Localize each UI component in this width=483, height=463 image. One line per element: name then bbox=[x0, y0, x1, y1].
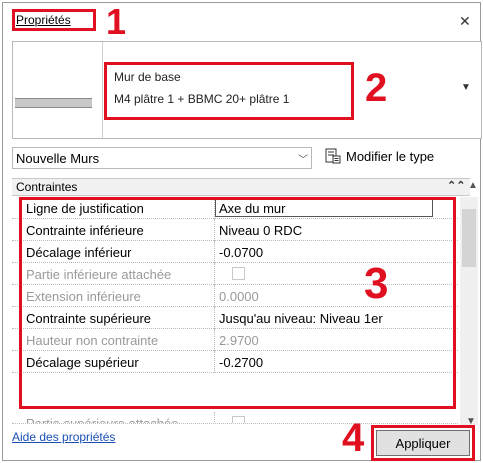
attached-bottom-checkbox[interactable] bbox=[232, 267, 245, 280]
property-value[interactable]: -0.0700 bbox=[219, 245, 263, 260]
property-label: Partie supérieure attachée bbox=[26, 416, 179, 424]
instance-filter-value: Nouvelle Murs bbox=[16, 151, 100, 166]
property-row[interactable]: Extension inférieure 0.0000 bbox=[12, 285, 458, 307]
column-divider bbox=[214, 412, 216, 423]
property-label: Ligne de justification bbox=[26, 201, 144, 216]
property-value[interactable]: Axe du mur bbox=[219, 201, 285, 216]
property-row[interactable]: Ligne de justification Axe du mur bbox=[12, 197, 458, 219]
property-row[interactable]: Hauteur non contrainte 2.9700 bbox=[12, 329, 458, 351]
thumbnail-divider bbox=[102, 42, 103, 138]
annotation-number-1: 1 bbox=[106, 1, 127, 42]
property-row[interactable]: Décalage inférieur -0.0700 bbox=[12, 241, 458, 263]
edit-type-button[interactable]: Modifier le type bbox=[325, 148, 434, 164]
property-value[interactable]: -0.2700 bbox=[219, 355, 263, 370]
type-dropdown-arrow-icon[interactable]: ▼ bbox=[461, 82, 471, 93]
column-divider bbox=[214, 285, 216, 307]
annotation-box-1 bbox=[12, 9, 96, 31]
apply-button[interactable]: Appliquer bbox=[376, 430, 470, 456]
annotation-number-2: 2 bbox=[365, 66, 388, 110]
column-divider bbox=[214, 329, 216, 351]
section-header-constraints[interactable] bbox=[12, 178, 470, 196]
section-title: Contraintes bbox=[16, 180, 78, 194]
close-icon[interactable]: ✕ bbox=[459, 14, 471, 28]
edit-type-icon bbox=[325, 148, 341, 164]
property-value[interactable]: 0.0000 bbox=[219, 289, 259, 304]
column-divider bbox=[214, 307, 216, 329]
property-row[interactable]: Partie inférieure attachée bbox=[12, 263, 458, 285]
scroll-up-icon[interactable]: ▲ bbox=[468, 180, 478, 191]
column-divider bbox=[214, 263, 216, 285]
type-name: M4 plâtre 1 + BBMC 20+ plâtre 1 bbox=[114, 92, 290, 106]
collapse-icon[interactable]: ⌃⌃ bbox=[447, 179, 465, 192]
property-value[interactable]: 2.9700 bbox=[219, 333, 259, 348]
wall-thumbnail bbox=[15, 98, 92, 108]
attached-top-checkbox[interactable] bbox=[232, 416, 245, 423]
property-row[interactable]: Décalage supérieur -0.2700 bbox=[12, 351, 458, 373]
type-family-name: Mur de base bbox=[114, 70, 181, 84]
chevron-down-icon[interactable]: ﹀ bbox=[298, 151, 308, 166]
column-divider bbox=[214, 219, 216, 241]
property-value[interactable]: Niveau 0 RDC bbox=[219, 223, 302, 238]
annotation-number-4: 4 bbox=[342, 416, 365, 460]
property-label: Décalage inférieur bbox=[26, 245, 132, 260]
scrollbar-thumb[interactable] bbox=[462, 209, 476, 267]
property-label: Décalage supérieur bbox=[26, 355, 139, 370]
property-label: Extension inférieure bbox=[26, 289, 141, 304]
property-value[interactable]: Jusqu'au niveau: Niveau 1er bbox=[219, 311, 383, 326]
column-divider bbox=[214, 351, 216, 373]
property-label: Partie inférieure attachée bbox=[26, 267, 172, 282]
property-row[interactable]: Partie supérieure attachée bbox=[12, 412, 458, 424]
property-label: Contrainte supérieure bbox=[26, 311, 152, 326]
property-row[interactable]: Contrainte supérieure Jusqu'au niveau: N… bbox=[12, 307, 458, 329]
edit-type-label: Modifier le type bbox=[346, 148, 435, 164]
property-label: Contrainte inférieure bbox=[26, 223, 144, 238]
help-link[interactable]: Aide des propriétés bbox=[12, 430, 115, 444]
annotation-number-3: 3 bbox=[364, 259, 389, 308]
property-row[interactable]: Contrainte inférieure Niveau 0 RDC bbox=[12, 219, 458, 241]
column-divider bbox=[214, 241, 216, 263]
property-label: Hauteur non contrainte bbox=[26, 333, 159, 348]
